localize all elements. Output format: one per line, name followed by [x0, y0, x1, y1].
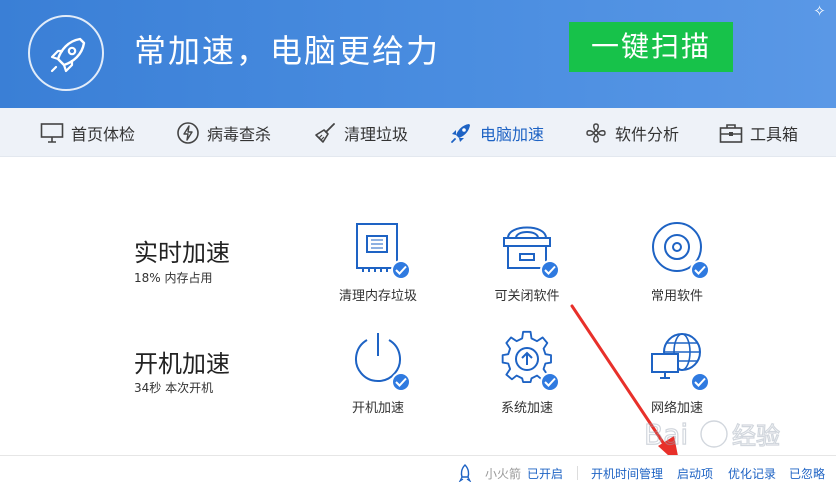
- tab-home-check[interactable]: 首页体检: [40, 108, 135, 157]
- feature-label: 开机加速: [351, 401, 404, 416]
- memory-usage-text: 18% 内存占用: [134, 271, 213, 285]
- app-logo: [28, 15, 104, 91]
- tab-label: 病毒查杀: [207, 124, 272, 144]
- tab-pc-speedup[interactable]: 电脑加速: [449, 108, 544, 157]
- svg-text:经验: 经验: [732, 422, 780, 450]
- baidu-watermark-logo: Bai 经验: [643, 417, 780, 451]
- feature-boot-speedup[interactable]: 开机加速: [318, 330, 438, 416]
- tab-label: 工具箱: [750, 124, 799, 144]
- boot-time-management-link[interactable]: 开机时间管理: [591, 465, 663, 482]
- boot-speedup-title: 开机加速: [134, 350, 230, 378]
- header-title: 常加速，电脑更给力: [134, 32, 441, 70]
- check-badge-icon: [690, 260, 710, 280]
- svg-text:Bai: Bai: [644, 418, 688, 451]
- fan-icon: [586, 122, 606, 143]
- tab-software-analysis[interactable]: 软件分析: [584, 108, 679, 157]
- tab-label: 软件分析: [615, 124, 680, 144]
- rocket-logo-icon: [50, 37, 86, 73]
- tab-label: 清理垃圾: [344, 124, 409, 144]
- check-badge-icon: [540, 260, 560, 280]
- lightning-circle-icon: [177, 121, 199, 144]
- ignored-link[interactable]: 已忽略: [789, 465, 825, 482]
- tab-toolbox[interactable]: 工具箱: [719, 108, 798, 157]
- startup-items-link[interactable]: 启动项: [677, 465, 713, 482]
- feature-clean-memory[interactable]: 清理内存垃圾: [318, 218, 438, 304]
- check-badge-icon: [391, 260, 411, 280]
- check-badge-icon: [391, 372, 411, 392]
- broom-icon: [315, 122, 335, 143]
- toolbox-icon: [719, 123, 743, 143]
- small-rocket-icon: [458, 464, 472, 482]
- tab-label: 电脑加速: [480, 124, 545, 144]
- optimize-log-link[interactable]: 优化记录: [728, 465, 776, 482]
- feature-common-software[interactable]: 常用软件: [617, 218, 737, 304]
- check-badge-icon: [540, 372, 560, 392]
- one-click-scan-button[interactable]: 一键扫描: [569, 22, 733, 72]
- footer-divider: [577, 466, 578, 480]
- tab-label: 首页体检: [71, 124, 136, 144]
- realtime-speedup-title: 实时加速: [134, 239, 230, 267]
- rocket-label: 小火箭: [485, 467, 522, 481]
- monitor-icon: [40, 122, 64, 143]
- rocket-status-link[interactable]: 已开启: [527, 465, 563, 482]
- tab-virus-scan[interactable]: 病毒查杀: [176, 108, 271, 157]
- rocket-icon: [451, 123, 470, 143]
- status-footer: 小火箭 已开启 开机时间管理 启动项 优化记录 已忽略: [0, 455, 836, 488]
- sparkle-icon[interactable]: ✧: [803, 0, 836, 22]
- boot-time-text: 34秒 本次开机: [134, 381, 214, 395]
- feature-closable-software[interactable]: 可关闭软件: [467, 218, 587, 304]
- header-banner: 常加速，电脑更给力 一键扫描 ✧: [0, 0, 836, 108]
- tab-clean-junk[interactable]: 清理垃圾: [313, 108, 408, 157]
- feature-label: 清理内存垃圾: [338, 289, 417, 304]
- main-nav: 首页体检 病毒查杀 清理垃圾 电脑加速 软件分析 工具箱: [0, 108, 836, 157]
